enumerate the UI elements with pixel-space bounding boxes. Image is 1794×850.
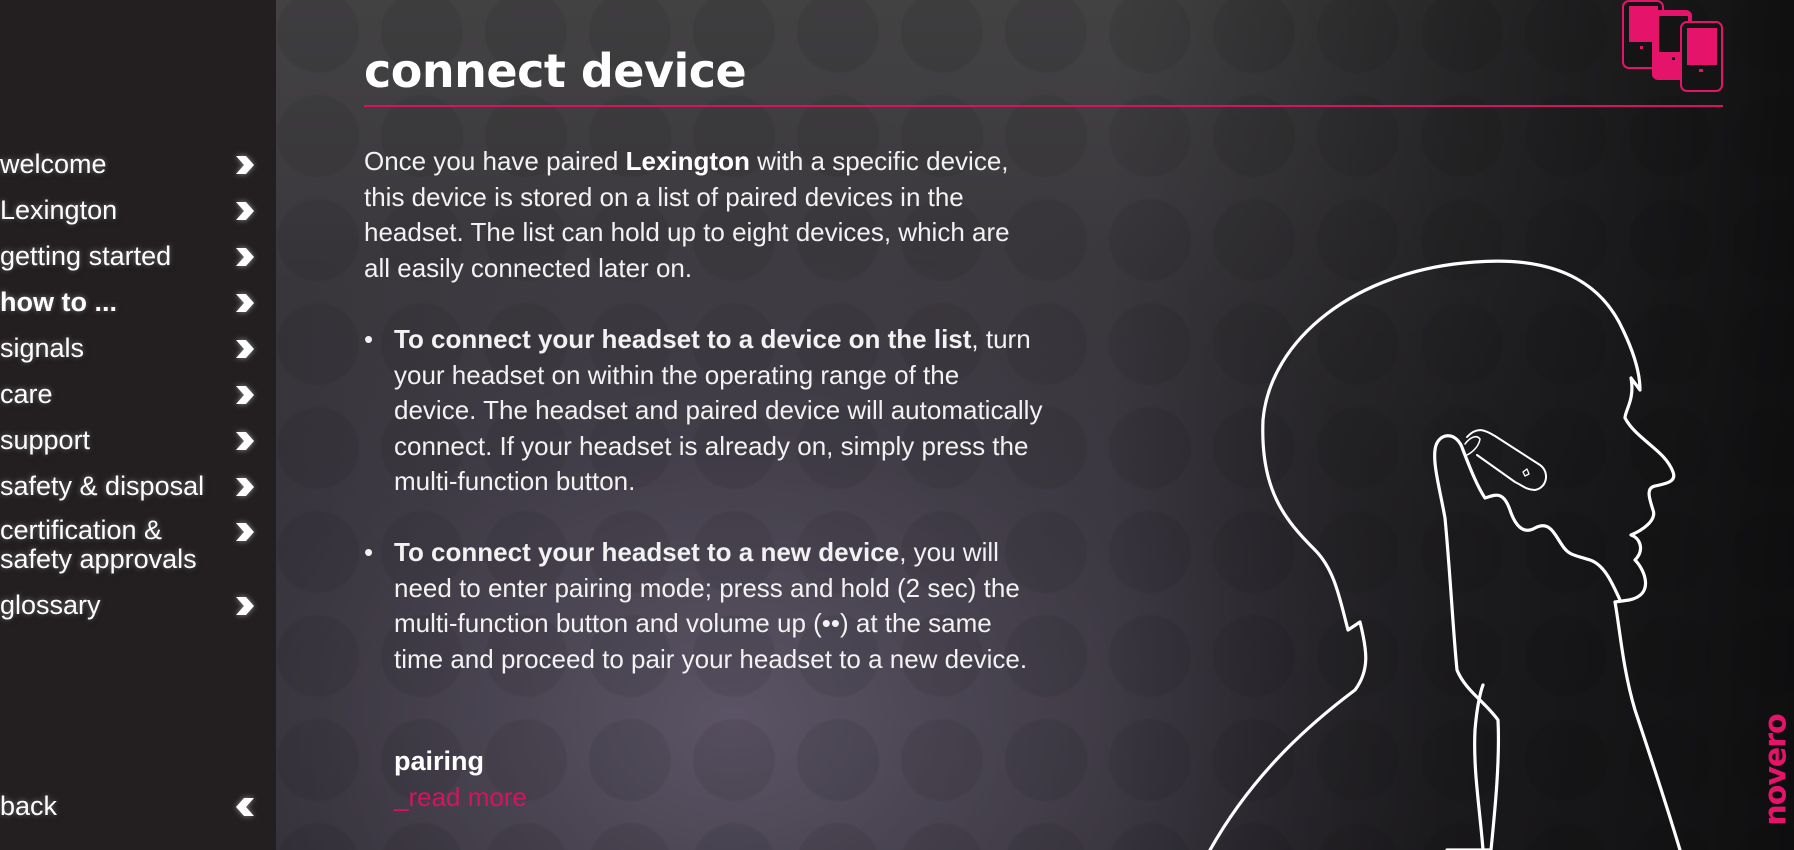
nav-item-how-to[interactable]: how to ... [0,287,260,317]
intro-text-before: Once you have paired [364,146,626,176]
page-title: connect device [364,44,747,98]
nav-item-label: support [0,425,91,455]
nav-item-lexington[interactable]: Lexington [0,195,260,225]
head-outline [1208,259,1682,850]
intro-paragraph: Once you have paired Lexington with a sp… [364,144,1024,286]
nav-item-certification-safety-approvals[interactable]: certification & safety approvals [0,516,260,574]
chevron-right-icon [236,294,254,312]
nav-item-signals[interactable]: signals [0,333,260,363]
nav-item-label-line2: safety approvals [0,544,197,574]
head-with-headset-illustration [1208,259,1682,850]
nav-item-label: safety & disposal [0,471,205,501]
nav-item-label: signals [0,333,85,363]
nav-item-label: getting started [0,241,172,271]
nav-item-label: welcome [0,149,107,179]
read-more-link[interactable]: _read more [394,782,527,813]
nav-item-support[interactable]: support [0,425,260,455]
sidebar-nav: welcome Lexington getting started how to… [0,0,276,850]
headset-outline [1466,429,1547,491]
nav-item-label: care [0,379,53,409]
nav-item-getting-started[interactable]: getting started [0,241,260,271]
bullet-text: To connect your headset to a device on t… [394,322,1044,500]
chevron-right-icon [236,478,254,496]
nav-item-label: how to ... [0,287,117,317]
chevron-right-icon [236,202,254,220]
hand-outline [1433,434,1622,850]
nav-item-label-line1: certification & [0,515,163,545]
chevron-right-icon [236,597,254,615]
chevron-right-icon [236,156,254,174]
bullet-glyph: • [364,324,374,354]
nav-item-label: Lexington [0,195,118,225]
chevron-right-icon [236,248,254,266]
nav-item-label: glossary [0,590,101,620]
nav-item-label: certification & safety approvals [0,516,220,574]
chevron-right-icon [236,432,254,450]
back-button[interactable]: back [0,791,260,821]
title-divider [364,105,1723,107]
bullet-glyph: • [364,537,374,567]
bullet-text: To connect your headset to a new device,… [394,535,1044,677]
related-topic-heading: pairing [394,746,485,776]
product-name: Lexington [625,146,750,176]
novero-logo: novero [1758,700,1794,840]
nav-item-care[interactable]: care [0,379,260,409]
bullet-heading: To connect your headset to a new device [394,537,900,567]
chevron-right-icon [236,386,254,404]
chevron-right-icon [236,523,254,541]
bullet-heading: To connect your headset to a device on t… [394,324,972,354]
nav-item-safety-disposal[interactable]: safety & disposal [0,471,260,501]
logo-text: novero [1758,714,1794,826]
chevron-right-icon [236,340,254,358]
chevron-left-icon [236,798,254,816]
headset-logo [1522,468,1530,477]
nav-item-glossary[interactable]: glossary [0,590,260,620]
devices-icon [1622,0,1723,92]
headset-button [1464,435,1481,456]
nav-item-welcome[interactable]: welcome [0,149,260,179]
back-label: back [0,791,58,821]
